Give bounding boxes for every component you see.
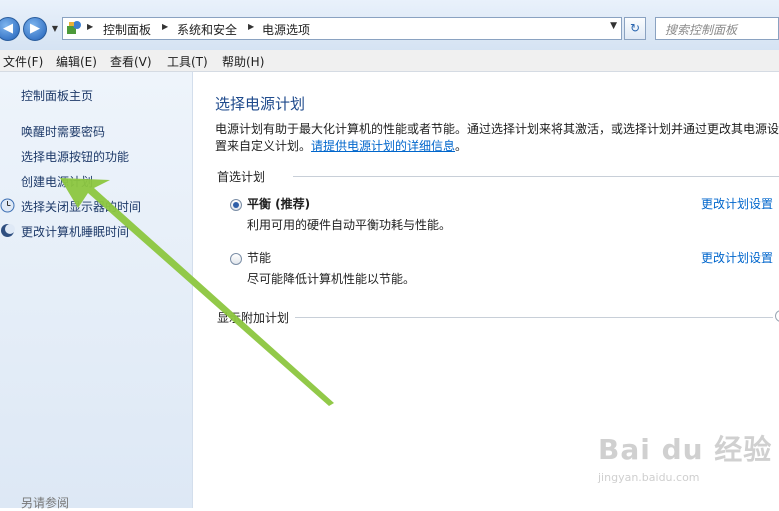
plan-balanced-name[interactable]: 平衡 (推荐) xyxy=(247,195,310,212)
additional-plans-label[interactable]: 显示附加计划 xyxy=(217,309,296,326)
recent-pages-dropdown[interactable]: ▼ xyxy=(50,22,60,36)
plan-balanced-desc: 利用可用的硬件自动平衡功耗与性能。 xyxy=(247,218,452,232)
breadcrumb-separator: ▶ xyxy=(248,22,255,31)
sidebar-item-wake-password[interactable]: 唤醒时需要密码 xyxy=(21,123,105,140)
sidebar-item-power-button[interactable]: 选择电源按钮的功能 xyxy=(21,148,129,165)
see-also-heading: 另请参阅 xyxy=(21,496,70,510)
sidebar-item-create-plan[interactable]: 创建电源计划 xyxy=(21,173,93,190)
breadcrumb-system-security[interactable]: 系统和安全 xyxy=(177,21,237,38)
expand-additional-plans-button[interactable] xyxy=(775,310,779,322)
clock-monitor-icon xyxy=(0,198,15,213)
refresh-button[interactable]: ↻ xyxy=(624,17,646,40)
menu-tools[interactable]: 工具(T) xyxy=(167,53,208,70)
back-button[interactable]: ◀ xyxy=(0,17,20,41)
preferred-plans-label: 首选计划 xyxy=(217,168,272,185)
moon-sleep-icon xyxy=(1,224,15,237)
group-divider xyxy=(293,176,779,177)
menu-edit[interactable]: 编辑(E) xyxy=(56,53,97,70)
address-dropdown-icon[interactable]: ▼ xyxy=(610,21,617,31)
address-field[interactable]: ▶ 控制面板 ▶ 系统和安全 ▶ 电源选项 ▼ xyxy=(62,17,622,40)
group-divider xyxy=(293,317,773,318)
forward-arrow-icon: ▶ xyxy=(30,21,40,36)
menu-view[interactable]: 查看(V) xyxy=(110,53,152,70)
radio-selected-dot xyxy=(233,202,239,208)
search-input[interactable]: 搜索控制面板 xyxy=(655,17,779,40)
forward-button[interactable]: ▶ xyxy=(23,17,47,41)
menu-file[interactable]: 文件(F) xyxy=(3,53,43,70)
breadcrumb-power-options[interactable]: 电源选项 xyxy=(262,21,310,38)
watermark-logo-text: Bai du 经验 xyxy=(598,433,773,466)
control-panel-icon xyxy=(67,21,81,34)
plan-power-saver-settings-link[interactable]: 更改计划设置 xyxy=(701,249,773,266)
chevron-down-icon: ▼ xyxy=(51,24,59,33)
plan-power-saver-desc: 尽可能降低计算机性能以节能。 xyxy=(247,272,416,286)
breadcrumb-separator: ▶ xyxy=(87,22,94,31)
description-text: 电源计划有助于最大化计算机的性能或者节能。通过选择计划来将其激活，或选择计划并通… xyxy=(215,122,779,153)
sidebar-item-sleep-time[interactable]: 更改计算机睡眠时间 xyxy=(21,223,129,240)
address-toolbar: ◀ ▶ ▼ ▶ 控制面板 ▶ 系统和安全 ▶ 电源选项 ▼ ↻ 搜索控制面板 xyxy=(0,0,779,51)
page-title: 选择电源计划 xyxy=(215,95,306,113)
plan-details-link[interactable]: 请提供电源计划的详细信息 xyxy=(311,139,455,153)
sidebar-control-panel-home[interactable]: 控制面板主页 xyxy=(21,87,93,104)
plan-balanced-settings-link[interactable]: 更改计划设置 xyxy=(701,195,773,212)
watermark-url: jingyan.baidu.com xyxy=(598,471,700,484)
plan-power-saver-name[interactable]: 节能 xyxy=(247,249,271,266)
breadcrumb-control-panel[interactable]: 控制面板 xyxy=(103,21,151,38)
description-end: 。 xyxy=(455,139,468,153)
page-description: 电源计划有助于最大化计算机的性能或者节能。通过选择计划来将其激活，或选择计划并通… xyxy=(215,121,779,155)
sidebar-item-display-off[interactable]: 选择关闭显示器的时间 xyxy=(21,198,141,215)
plan-balanced-radio[interactable] xyxy=(230,199,242,211)
menu-help[interactable]: 帮助(H) xyxy=(222,53,264,70)
refresh-icon: ↻ xyxy=(629,21,641,35)
back-arrow-icon: ◀ xyxy=(3,21,13,36)
menu-bar: 文件(F) 编辑(E) 查看(V) 工具(T) 帮助(H) xyxy=(0,50,779,72)
baidu-watermark: Bai du 经验 jingyan.baidu.com xyxy=(598,420,771,495)
breadcrumb-separator: ▶ xyxy=(162,22,169,31)
plan-power-saver-radio[interactable] xyxy=(230,253,242,265)
